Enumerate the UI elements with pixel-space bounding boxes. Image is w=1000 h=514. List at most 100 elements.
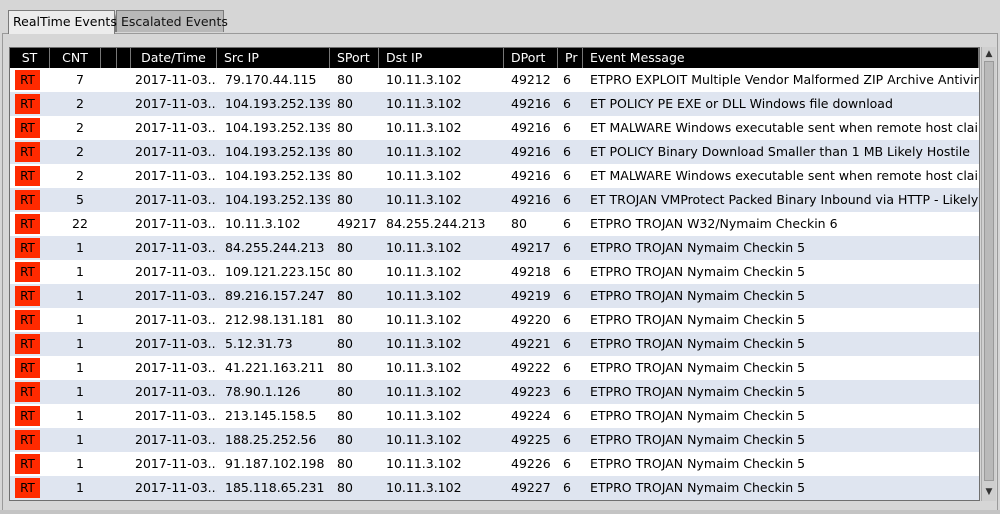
sport-cell: 80 <box>337 240 353 255</box>
event-message-cell: ETPRO EXPLOIT Multiple Vendor Malformed … <box>590 72 979 87</box>
dport-cell: 49225 <box>511 432 551 447</box>
src-ip-cell: 5.12.31.73 <box>225 336 293 351</box>
column-header-cnt[interactable]: CNT <box>50 48 101 68</box>
status-badge: RT <box>15 430 40 450</box>
protocol-cell: 6 <box>563 360 571 375</box>
status-badge: RT <box>15 454 40 474</box>
src-ip-cell: 104.193.252.139 <box>225 120 330 135</box>
count-cell: 2 <box>76 144 84 159</box>
protocol-cell: 6 <box>563 432 571 447</box>
table-row[interactable]: RT 1 2017-11-03... 78.90.1.126 80 10.11.3.102… <box>10 380 979 404</box>
dport-cell: 49212 <box>511 72 551 87</box>
event-message-cell: ETPRO TROJAN Nymaim Checkin 5 <box>590 432 806 447</box>
column-header-src-ip[interactable]: Src IP <box>217 48 330 68</box>
dport-cell: 49216 <box>511 192 551 207</box>
table-row[interactable]: RT 2 2017-11-03... 104.193.252.139 80 10.11.3… <box>10 116 979 140</box>
dst-ip-cell: 10.11.3.102 <box>386 336 462 351</box>
count-cell: 22 <box>72 216 88 231</box>
dport-cell: 49218 <box>511 264 551 279</box>
table-row[interactable]: RT 2 2017-11-03... 104.193.252.139 80 10.11.3… <box>10 92 979 116</box>
table-row[interactable]: RT 1 2017-11-03... 213.145.158.5 80 10.11.3.1… <box>10 404 979 428</box>
scroll-up-icon[interactable]: ▲ <box>983 48 995 60</box>
sport-cell: 80 <box>337 480 353 495</box>
datetime-cell: 2017-11-03... <box>135 432 217 447</box>
protocol-cell: 6 <box>563 312 571 327</box>
datetime-cell: 2017-11-03... <box>135 264 217 279</box>
sport-cell: 80 <box>337 336 353 351</box>
table-row[interactable]: RT 1 2017-11-03... 41.221.163.211 80 10.11.3.… <box>10 356 979 380</box>
column-header-dport[interactable]: DPort <box>504 48 558 68</box>
dport-cell: 49216 <box>511 96 551 111</box>
datetime-cell: 2017-11-03... <box>135 216 217 231</box>
dst-ip-cell: 10.11.3.102 <box>386 312 462 327</box>
status-badge: RT <box>15 382 40 402</box>
dst-ip-cell: 10.11.3.102 <box>386 144 462 159</box>
sport-cell: 80 <box>337 360 353 375</box>
horizontal-scrollbar[interactable] <box>0 510 1000 514</box>
protocol-cell: 6 <box>563 456 571 471</box>
table-row[interactable]: RT 7 2017-11-03... 79.170.44.115 80 10.11.3.1… <box>10 68 979 92</box>
src-ip-cell: 213.145.158.5 <box>225 408 317 423</box>
column-header-sport[interactable]: SPort <box>330 48 379 68</box>
sport-cell: 80 <box>337 408 353 423</box>
event-message-cell: ETPRO TROJAN Nymaim Checkin 5 <box>590 264 806 279</box>
column-header-dst-ip[interactable]: Dst IP <box>379 48 504 68</box>
table-row[interactable]: RT 1 2017-11-03... 185.118.65.231 80 10.11.3.… <box>10 476 979 500</box>
table-row[interactable]: RT 1 2017-11-03... 84.255.244.213 80 10.11.3.… <box>10 236 979 260</box>
protocol-cell: 6 <box>563 288 571 303</box>
protocol-cell: 6 <box>563 96 571 111</box>
table-row[interactable]: RT 1 2017-11-03... 212.98.131.181 80 10.11.3.… <box>10 308 979 332</box>
dst-ip-cell: 10.11.3.102 <box>386 456 462 471</box>
status-badge: RT <box>15 310 40 330</box>
src-ip-cell: 104.193.252.139 <box>225 144 330 159</box>
src-ip-cell: 10.11.3.102 <box>225 216 301 231</box>
datetime-cell: 2017-11-03... <box>135 144 217 159</box>
column-header-event-message[interactable]: Event Message <box>583 48 979 68</box>
column-header-pr[interactable]: Pr <box>558 48 583 68</box>
src-ip-cell: 109.121.223.150 <box>225 264 330 279</box>
sport-cell: 80 <box>337 288 353 303</box>
src-ip-cell: 79.170.44.115 <box>225 72 317 87</box>
count-cell: 1 <box>76 264 84 279</box>
sport-cell: 80 <box>337 264 353 279</box>
column-header-datetime[interactable]: Date/Time <box>131 48 217 68</box>
dport-cell: 49222 <box>511 360 551 375</box>
protocol-cell: 6 <box>563 408 571 423</box>
tab-escalated-events[interactable]: Escalated Events <box>111 10 228 32</box>
datetime-cell: 2017-11-03... <box>135 384 217 399</box>
table-row[interactable]: RT 1 2017-11-03... 91.187.102.198 80 10.11.3.… <box>10 452 979 476</box>
count-cell: 1 <box>76 240 84 255</box>
table-row[interactable]: RT 1 2017-11-03... 188.25.252.56 80 10.11.3.1… <box>10 428 979 452</box>
column-header-st[interactable]: ST <box>10 48 50 68</box>
protocol-cell: 6 <box>563 240 571 255</box>
table-row[interactable]: RT 2 2017-11-03... 104.193.252.139 80 10.11.3… <box>10 140 979 164</box>
event-message-cell: ETPRO TROJAN Nymaim Checkin 5 <box>590 480 806 495</box>
table-row[interactable]: RT 2 2017-11-03... 104.193.252.139 80 10.11.3… <box>10 164 979 188</box>
event-message-cell: ETPRO TROJAN W32/Nymaim Checkin 6 <box>590 216 838 231</box>
protocol-cell: 6 <box>563 336 571 351</box>
column-header-c4[interactable] <box>117 48 131 68</box>
status-badge: RT <box>15 262 40 282</box>
datetime-cell: 2017-11-03... <box>135 312 217 327</box>
dport-cell: 49221 <box>511 336 551 351</box>
event-message-cell: ET POLICY PE EXE or DLL Windows file dow… <box>590 96 893 111</box>
src-ip-cell: 188.25.252.56 <box>225 432 317 447</box>
tab-realtime-events[interactable]: RealTime Events <box>8 10 117 34</box>
table-row[interactable]: RT 22 2017-11-03... 10.11.3.102 49217 84.255.… <box>10 212 979 236</box>
column-header-c3[interactable] <box>101 48 117 68</box>
table-row[interactable]: RT 1 2017-11-03... 89.216.157.247 80 10.11.3.… <box>10 284 979 308</box>
table-row[interactable]: RT 1 2017-11-03... 109.121.223.150 80 10.11.3… <box>10 260 979 284</box>
datetime-cell: 2017-11-03... <box>135 168 217 183</box>
datetime-cell: 2017-11-03... <box>135 360 217 375</box>
dport-cell: 49226 <box>511 456 551 471</box>
datetime-cell: 2017-11-03... <box>135 408 217 423</box>
dst-ip-cell: 10.11.3.102 <box>386 408 462 423</box>
vertical-scrollbar[interactable]: ▲ ▼ <box>981 47 996 501</box>
table-row[interactable]: RT 5 2017-11-03... 104.193.252.139 80 10.11.3… <box>10 188 979 212</box>
dst-ip-cell: 10.11.3.102 <box>386 96 462 111</box>
sport-cell: 80 <box>337 312 353 327</box>
scroll-down-icon[interactable]: ▼ <box>983 486 995 498</box>
scrollbar-thumb[interactable] <box>984 61 994 481</box>
datetime-cell: 2017-11-03... <box>135 96 217 111</box>
table-row[interactable]: RT 1 2017-11-03... 5.12.31.73 80 10.11.3.102 4… <box>10 332 979 356</box>
